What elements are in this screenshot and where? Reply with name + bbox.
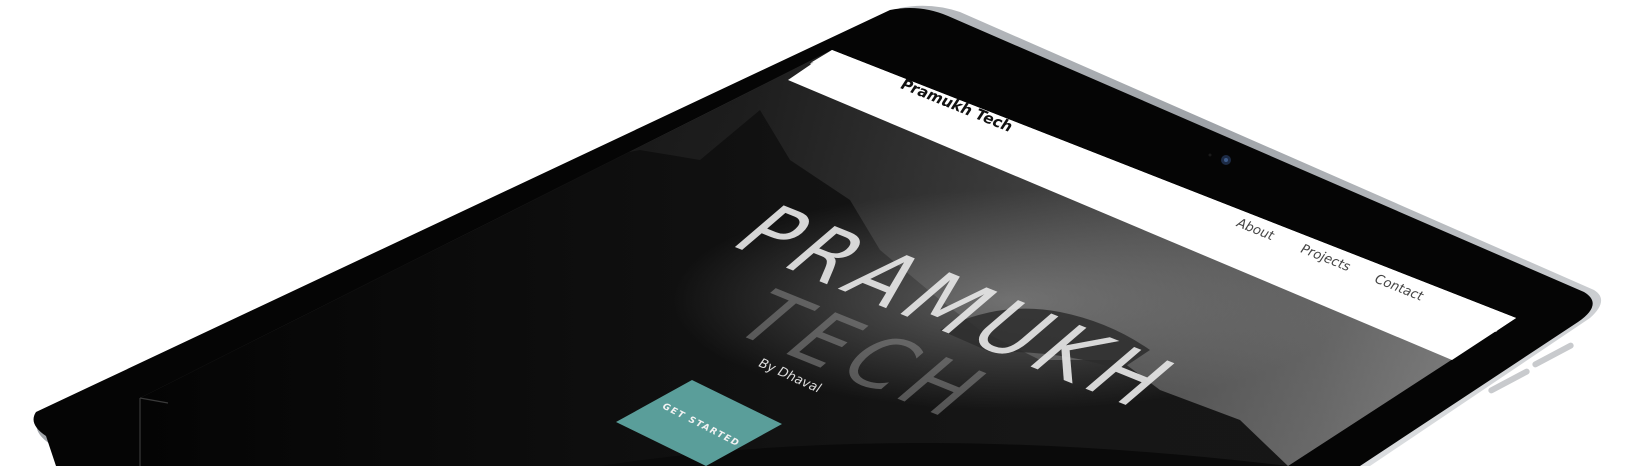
tablet-mockup: Pramukh Tech About Projects Contact PRAM… [0,0,1650,466]
tablet-illustration: Pramukh Tech About Projects Contact PRAM… [33,5,1602,466]
